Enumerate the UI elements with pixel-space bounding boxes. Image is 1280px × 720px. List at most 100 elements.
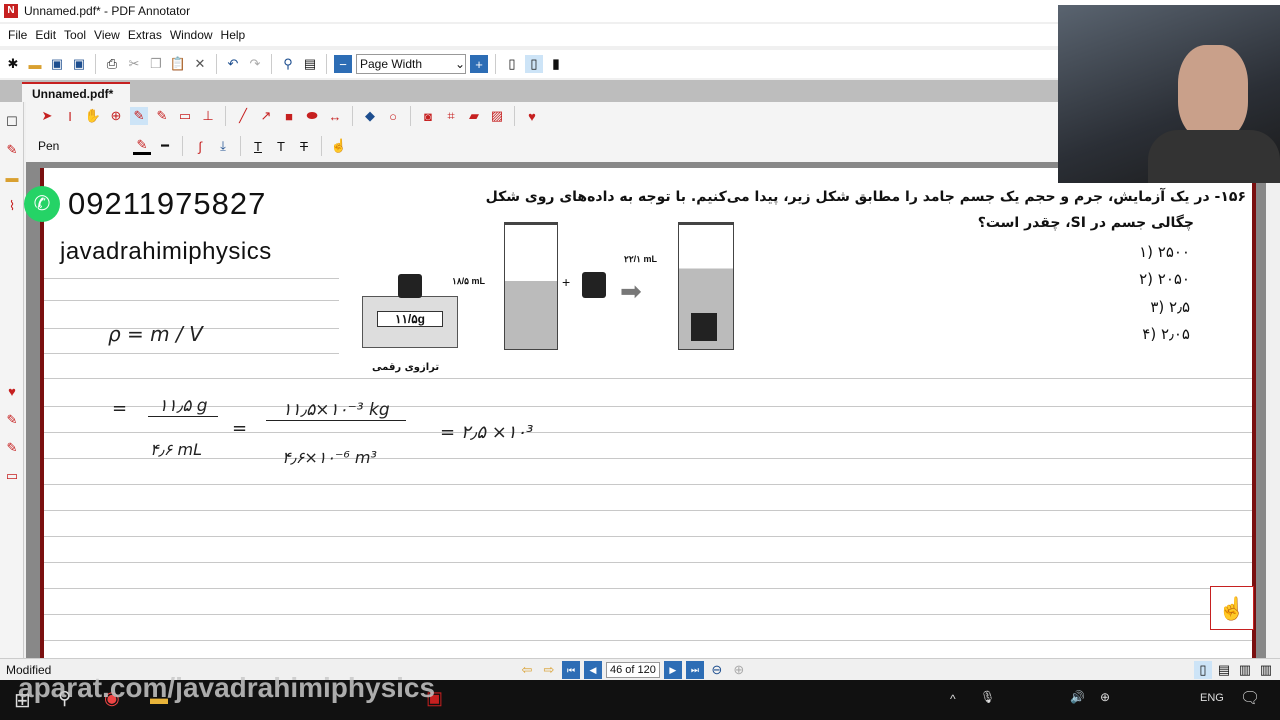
continuous-view-icon[interactable]: ▤ — [1215, 661, 1233, 679]
pen-icon[interactable]: ✎ — [130, 107, 148, 125]
line-icon[interactable]: ╱ — [234, 107, 252, 125]
phone-banner: ✆ 09211975827 — [24, 186, 266, 222]
vertical-scrollbar[interactable] — [1266, 162, 1280, 658]
menu-file[interactable]: File — [4, 28, 31, 42]
tray-chevron-icon[interactable]: ^ — [950, 692, 956, 706]
hw-formula: ρ = m / V — [108, 322, 203, 346]
next-doc-icon[interactable]: ⇨ — [540, 661, 558, 679]
menu-edit[interactable]: Edit — [31, 28, 60, 42]
squiggly-icon[interactable]: T — [272, 137, 290, 155]
volume-icon[interactable]: 🔊 — [1070, 690, 1085, 704]
touch-icon[interactable]: ☝ — [330, 137, 348, 155]
divider — [182, 136, 183, 156]
two-page-continuous-icon[interactable]: ▥ — [1257, 661, 1275, 679]
digital-balance: ۱۱/۵g — [362, 296, 458, 348]
menu-view[interactable]: View — [90, 28, 124, 42]
eraser-icon[interactable]: ◆ — [361, 107, 379, 125]
textbox-icon[interactable]: ▭ — [176, 107, 194, 125]
copy-icon[interactable]: ❐ — [147, 55, 165, 73]
chart-icon[interactable]: ▤ — [301, 55, 319, 73]
ruler-icon[interactable]: ▰ — [465, 107, 483, 125]
print-icon[interactable]: ⎙ — [103, 55, 121, 73]
lasso-icon[interactable]: ○ — [384, 107, 402, 125]
tab-unnamed[interactable]: Unnamed.pdf* — [22, 82, 130, 102]
undo-icon[interactable]: ↶ — [224, 55, 242, 73]
divider — [352, 106, 353, 126]
forward-icon[interactable]: ⊕ — [730, 661, 748, 679]
touch-mode-icon[interactable]: ☝ — [1210, 586, 1254, 630]
notifications-icon[interactable]: 🗨 — [1240, 688, 1260, 708]
strikeout-icon[interactable]: T — [295, 137, 313, 155]
taskbar: ⊞ ⚲ ◉ ▬ ▣ aparat.com/javadrahimiphysics … — [0, 672, 1280, 720]
last-page-icon[interactable]: ⏭ — [685, 661, 704, 679]
hw-step1-den: ۴٫۶ mL — [150, 440, 202, 459]
rectangle-icon[interactable]: ■ — [280, 107, 298, 125]
language-indicator[interactable]: ENG — [1200, 692, 1224, 704]
underline-icon[interactable]: T — [249, 137, 267, 155]
open-icon[interactable]: ▬ — [26, 55, 44, 73]
menu-tool[interactable]: Tool — [60, 28, 90, 42]
zoom-select[interactable]: Page Width ⌄ — [356, 54, 466, 74]
find-icon[interactable]: ⚲ — [279, 55, 297, 73]
hw-result: = ۲٫۵ ×۱۰³ — [440, 422, 534, 443]
pen-color-icon[interactable]: ✎ — [133, 137, 151, 155]
cylinder-after — [678, 222, 734, 350]
save-as-icon[interactable]: ▣ — [70, 55, 88, 73]
cut-icon[interactable]: ✂ — [125, 55, 143, 73]
pen-icon[interactable]: ✎ — [4, 142, 20, 158]
smooth-icon[interactable]: ∫ — [191, 137, 209, 155]
insert-image-icon[interactable]: ▨ — [488, 107, 506, 125]
line-width-icon[interactable]: ━ — [156, 137, 174, 155]
paste-icon[interactable]: 📋 — [169, 55, 187, 73]
hw-equals: = — [112, 398, 128, 419]
save-icon[interactable]: ▣ — [48, 55, 66, 73]
tool-name: Pen — [38, 139, 60, 153]
select-icon[interactable]: ➤ — [38, 107, 56, 125]
menu-window[interactable]: Window — [166, 28, 217, 42]
first-page-icon[interactable]: ⏮ — [562, 661, 580, 679]
two-page-view-icon[interactable]: ▥ — [1236, 661, 1254, 679]
folder-icon[interactable]: ▬ — [4, 170, 20, 186]
thumbnail-icon[interactable]: ☐ — [4, 114, 20, 130]
zoom-in-icon[interactable]: + — [470, 55, 488, 73]
channel-name: javadrahimiphysics — [60, 238, 272, 265]
delete-icon[interactable]: ✕ — [191, 55, 209, 73]
text-icon[interactable]: ▭ — [4, 468, 20, 484]
prev-page-icon[interactable]: ◀ — [584, 661, 602, 679]
full-screen-icon[interactable]: ▮ — [547, 55, 565, 73]
crop-icon[interactable]: ⌗ — [442, 107, 460, 125]
snap-icon[interactable]: ⤓ — [214, 137, 232, 155]
divider — [321, 136, 322, 156]
menu-extras[interactable]: Extras — [124, 28, 166, 42]
zoom-out-icon[interactable]: − — [334, 55, 352, 73]
stamp-icon[interactable]: ⊥ — [199, 107, 217, 125]
option-1: ۲۵۰۰ (۱ — [1139, 243, 1190, 261]
prev-doc-icon[interactable]: ⇦ — [518, 661, 536, 679]
heart-icon[interactable]: ♥ — [523, 107, 541, 125]
menu-help[interactable]: Help — [217, 28, 250, 42]
measure-icon[interactable]: ↔ — [326, 107, 344, 125]
redo-icon[interactable]: ↷ — [246, 55, 264, 73]
network-icon[interactable]: ⊕ — [1100, 690, 1110, 704]
page-width-icon[interactable]: ▯ — [525, 55, 543, 73]
next-page-icon[interactable]: ▶ — [663, 661, 682, 679]
single-page-view-icon[interactable]: ▯ — [1194, 661, 1212, 679]
highlighter-icon[interactable]: ✎ — [153, 107, 171, 125]
new-icon[interactable]: ✱ — [4, 55, 22, 73]
attachment-icon[interactable]: ⌇ — [4, 198, 20, 214]
text-select-icon[interactable]: I — [61, 107, 79, 125]
camera-icon[interactable]: ◙ — [419, 107, 437, 125]
pen-tool-icon[interactable]: ✎ — [4, 412, 20, 428]
zoom-icon[interactable]: ⊕ — [107, 107, 125, 125]
option-2: ۲۰۵۰ (۲ — [1139, 270, 1190, 288]
ellipse-icon[interactable]: ⬬ — [303, 107, 321, 125]
favorites-icon[interactable]: ♥ — [4, 384, 20, 400]
page-indicator[interactable]: 46 of 120 — [606, 662, 660, 678]
single-page-icon[interactable]: ▯ — [503, 55, 521, 73]
arrow-icon[interactable]: ↗ — [257, 107, 275, 125]
back-icon[interactable]: ⊖ — [708, 661, 726, 679]
marker-icon[interactable]: ✎ — [4, 440, 20, 456]
microphone-icon[interactable]: 🎙 — [980, 690, 995, 704]
option-3: ۲٫۵ (۳ — [1150, 298, 1190, 316]
hand-icon[interactable]: ✋ — [84, 107, 102, 125]
